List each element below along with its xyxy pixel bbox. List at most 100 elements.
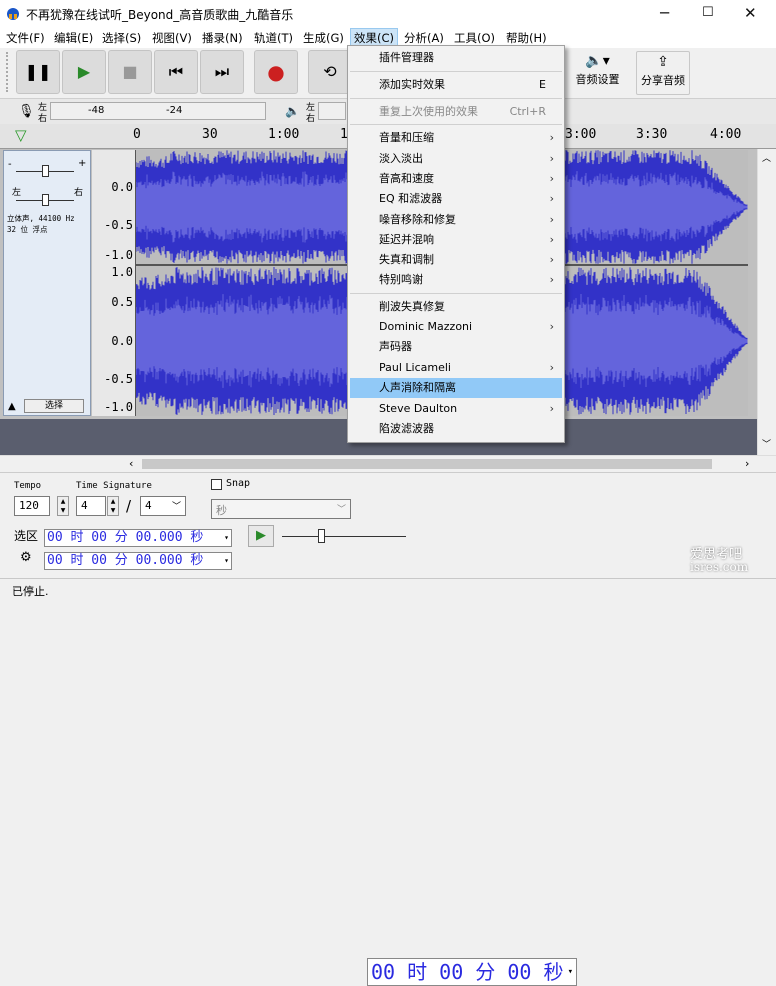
toolbar-grip[interactable] bbox=[6, 52, 10, 92]
skip-end-button[interactable]: ⏭ bbox=[200, 50, 244, 94]
minimize-button[interactable]: ─ bbox=[660, 4, 669, 22]
record-button[interactable]: ● bbox=[254, 50, 298, 94]
time-display[interactable]: 00 时 00 分 00 秒 ▾ bbox=[367, 958, 577, 986]
gain-slider-thumb[interactable] bbox=[42, 165, 49, 177]
record-icon: ● bbox=[267, 60, 285, 84]
record-meter[interactable] bbox=[50, 102, 266, 120]
pan-right-label: 右 bbox=[74, 188, 84, 198]
tempo-spinner[interactable]: ▲ ▼ bbox=[57, 496, 69, 516]
collapse-track-icon[interactable]: ▲ bbox=[8, 401, 16, 412]
scale-label: -0.5 bbox=[104, 372, 133, 386]
chevron-right-icon: › bbox=[549, 152, 554, 165]
maximize-button[interactable]: ☐ bbox=[702, 5, 714, 20]
share-audio-button[interactable]: ⇪ 分享音频 bbox=[636, 51, 690, 95]
menu-tracks[interactable]: 轨道(T) bbox=[254, 30, 293, 46]
scale-label: 0.0 bbox=[111, 180, 133, 194]
time-format-dropdown-icon[interactable]: ▾ bbox=[568, 959, 573, 985]
effect-menu-item[interactable]: 音量和压缩 › bbox=[348, 128, 564, 148]
snap-checkbox[interactable] bbox=[211, 479, 222, 490]
menu-select[interactable]: 选择(S) bbox=[102, 30, 141, 46]
menu-separator bbox=[350, 293, 562, 294]
title-bar: 不再犹豫在线试听_Beyond_高音质歌曲_九酷音乐 ─ ☐ ✕ bbox=[0, 0, 776, 28]
effect-menu-item[interactable]: 失真和调制 › bbox=[348, 250, 564, 270]
effect-menu-item[interactable]: EQ 和滤波器 › bbox=[348, 189, 564, 209]
scroll-up-icon[interactable]: ︿ bbox=[762, 151, 771, 164]
selection-end[interactable]: 00 时 00 分 00.000 秒 ▾ bbox=[44, 552, 232, 570]
bottom-toolbars: Tempo 120 ▲ ▼ Time Signature 4 ▲ ▼ / 4 ﹀ Sn… bbox=[0, 472, 776, 986]
playback-meter[interactable] bbox=[318, 102, 346, 120]
effect-menu-item-label: 失真和调制 bbox=[379, 253, 434, 266]
selection-end-format-icon[interactable]: ▾ bbox=[224, 553, 229, 569]
effect-menu-item-label: 噪音移除和修复 bbox=[379, 213, 456, 226]
horizontal-scrollbar[interactable]: ‹ › bbox=[0, 455, 776, 472]
menu-help[interactable]: 帮助(H) bbox=[506, 30, 547, 46]
track-control-panel[interactable]: - + 左 右 立体声, 44100 Hz 32 位 浮点 ▲ 选择 bbox=[3, 150, 91, 416]
close-button[interactable]: ✕ bbox=[744, 4, 757, 22]
numerator-spinner[interactable]: ▲ ▼ bbox=[107, 496, 119, 516]
scroll-down-icon[interactable]: ﹀ bbox=[762, 437, 771, 450]
audio-setup-button[interactable]: 🔈▾ 音频设置 bbox=[570, 51, 625, 95]
play-speed-thumb[interactable] bbox=[318, 529, 325, 543]
menu-generate[interactable]: 生成(G) bbox=[303, 30, 344, 46]
selection-start-format-icon[interactable]: ▾ bbox=[224, 530, 229, 546]
snap-unit-select[interactable]: 秒 ﹀ bbox=[211, 499, 351, 519]
effect-menu-item[interactable]: Dominic Mazzoni › bbox=[348, 317, 564, 337]
effect-menu-item[interactable]: 添加实时效果 E bbox=[348, 75, 564, 95]
speaker-meter-icon[interactable]: 🔈 bbox=[285, 104, 300, 118]
track-select-button[interactable]: 选择 bbox=[24, 399, 84, 413]
play-at-speed-button[interactable]: ▶ bbox=[248, 525, 274, 547]
time-signature-slash: / bbox=[126, 497, 132, 515]
effect-menu-item[interactable]: 重复上次使用的效果 Ctrl+R bbox=[348, 102, 564, 122]
effect-menu-item[interactable]: 削波失真修复 bbox=[348, 297, 564, 317]
effect-menu-item[interactable]: 陷波滤波器 bbox=[348, 419, 564, 439]
menu-file[interactable]: 文件(F) bbox=[6, 30, 45, 46]
gear-icon[interactable]: ⚙ bbox=[20, 550, 32, 565]
effect-menu-item[interactable]: 插件管理器 bbox=[348, 48, 564, 68]
chevron-down-icon: ﹀ bbox=[336, 505, 346, 515]
vertical-scrollbar[interactable]: ︿ ﹀ bbox=[757, 149, 776, 455]
pause-button[interactable]: ❚❚ bbox=[16, 50, 60, 94]
selection-start[interactable]: 00 时 00 分 00.000 秒 ▾ bbox=[44, 529, 232, 547]
menu-view[interactable]: 视图(V) bbox=[152, 30, 192, 46]
skip-start-button[interactable]: ⏮ bbox=[154, 50, 198, 94]
effect-menu-item[interactable]: 延迟并混响 › bbox=[348, 230, 564, 250]
play-button[interactable]: ▶ bbox=[62, 50, 106, 94]
time-signature-denominator[interactable]: 4 ﹀ bbox=[140, 496, 186, 516]
scroll-right-icon[interactable]: › bbox=[745, 457, 749, 470]
microphone-icon[interactable]: 🎙 bbox=[18, 104, 35, 119]
scroll-left-icon[interactable]: ‹ bbox=[129, 457, 133, 470]
vertical-scale[interactable]: 0.0 -0.5 -1.0 1.0 0.5 0.0 -0.5 -1.0 bbox=[92, 150, 136, 416]
chevron-right-icon: › bbox=[549, 192, 554, 205]
play-speed-slider[interactable] bbox=[282, 536, 406, 537]
menu-record[interactable]: 播录(N) bbox=[202, 30, 243, 46]
scale-label: 0.0 bbox=[111, 334, 133, 348]
pan-left-label: 左 bbox=[12, 188, 22, 198]
effect-menu-item[interactable]: 音高和速度 › bbox=[348, 169, 564, 189]
share-icon: ⇪ bbox=[657, 54, 669, 70]
pause-icon: ❚❚ bbox=[24, 62, 52, 81]
effect-menu-item[interactable]: 特别鸣谢 › bbox=[348, 270, 564, 290]
rec-meter-24: -24 bbox=[166, 105, 183, 116]
scale-label: -1.0 bbox=[104, 248, 133, 262]
pan-slider-thumb[interactable] bbox=[42, 194, 49, 206]
effect-menu-item[interactable]: Steve Daulton › bbox=[348, 399, 564, 419]
menu-analyze[interactable]: 分析(A) bbox=[404, 30, 444, 46]
play-right-label: 右 bbox=[306, 114, 316, 124]
effect-menu-item-label: Dominic Mazzoni bbox=[379, 320, 473, 333]
effect-menu-item[interactable]: 声码器 bbox=[348, 337, 564, 357]
scale-label: 0.5 bbox=[111, 295, 133, 309]
tempo-input[interactable]: 120 bbox=[14, 496, 50, 516]
timeline-options-icon[interactable]: ▽ bbox=[15, 126, 27, 144]
time-signature-numerator[interactable]: 4 bbox=[76, 496, 106, 516]
effect-menu-item[interactable]: 淡入淡出 › bbox=[348, 149, 564, 169]
effect-menu-item[interactable]: Paul Licameli › bbox=[348, 358, 564, 378]
menu-tools[interactable]: 工具(O) bbox=[454, 30, 495, 46]
stop-button[interactable]: ■ bbox=[108, 50, 152, 94]
scroll-thumb[interactable] bbox=[142, 459, 712, 469]
loop-button[interactable]: ⟲ bbox=[308, 50, 352, 94]
status-text: 已停止. bbox=[12, 585, 49, 598]
menu-edit[interactable]: 编辑(E) bbox=[54, 30, 93, 46]
effect-menu-item[interactable]: 人声消除和隔离 bbox=[350, 378, 562, 398]
effect-menu-item[interactable]: 噪音移除和修复 › bbox=[348, 210, 564, 230]
ruler-tick: 0 bbox=[133, 127, 141, 142]
